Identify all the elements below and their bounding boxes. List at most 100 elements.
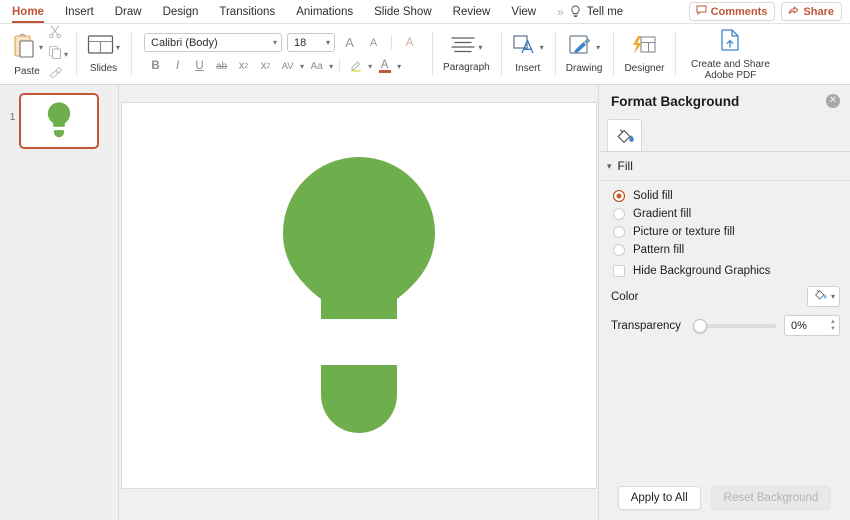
adobe-pdf-icon-row (717, 28, 743, 57)
paragraph-icon-row: ▾ (450, 35, 482, 60)
menu-tab-draw[interactable]: Draw (115, 0, 142, 24)
fill-section-header[interactable]: ▾ Fill (599, 152, 850, 181)
menu-overflow-icon[interactable]: » (557, 5, 564, 19)
fill-color-bucket-icon (813, 287, 828, 307)
option-solid-fill-label: Solid fill (633, 190, 673, 202)
apply-to-all-button[interactable]: Apply to All (617, 486, 701, 510)
transparency-spinner[interactable]: 0% ▲ ▼ (784, 315, 840, 336)
slide-thumbnail-pane[interactable]: 1 (0, 85, 119, 520)
drawing-chevron-down-icon[interactable]: ▾ (596, 43, 600, 52)
fill-options-group: Solid fill Gradient fill Picture or text… (599, 181, 850, 280)
font-color-swatch (378, 69, 391, 73)
spinner-down-icon[interactable]: ▼ (830, 326, 836, 332)
spinner-up-icon[interactable]: ▲ (830, 319, 836, 325)
font-size-chevron-down-icon: ▾ (326, 38, 331, 47)
menu-tab-view-label: View (511, 5, 537, 18)
insert-chevron-down-icon[interactable]: ▾ (540, 43, 544, 52)
option-gradient-fill[interactable]: Gradient fill (599, 205, 850, 223)
insert-button[interactable]: ▾ Insert (508, 24, 548, 84)
reset-background-button[interactable]: Reset Background (710, 486, 832, 510)
close-icon[interactable]: ✕ (826, 94, 840, 108)
clear-formatting-button[interactable]: A (400, 34, 419, 52)
menu-tab-insert[interactable]: Insert (65, 0, 94, 24)
menu-tab-review[interactable]: Review (453, 0, 491, 24)
checkbox-hide-background-graphics[interactable] (613, 265, 625, 277)
change-case-label: Aa (310, 60, 323, 72)
clipboard-icon (11, 32, 37, 64)
font-color-button[interactable]: A (375, 57, 394, 75)
font-name-select[interactable]: Calibri (Body) ▾ (144, 33, 283, 52)
italic-button[interactable]: I (168, 57, 187, 75)
option-picture-or-texture-fill[interactable]: Picture or texture fill (599, 223, 850, 241)
tab-fill[interactable] (607, 119, 642, 151)
menu-tab-transitions[interactable]: Transitions (219, 0, 275, 24)
change-case-chevron-down-icon[interactable]: ▾ (329, 62, 333, 71)
copy-button[interactable]: ▾ (48, 45, 68, 64)
menu-tab-design[interactable]: Design (163, 0, 199, 24)
drawing-icon-row: ▾ (568, 34, 600, 61)
radio-pattern-fill[interactable] (613, 244, 625, 256)
menu-tab-slide-show[interactable]: Slide Show (374, 0, 432, 24)
underline-button[interactable]: U (190, 57, 209, 75)
menu-tab-review-label: Review (452, 5, 491, 18)
font-size-select[interactable]: 18 ▾ (287, 33, 336, 52)
option-solid-fill[interactable]: Solid fill (599, 187, 850, 205)
new-slide-icon (87, 34, 114, 61)
share-button[interactable]: Share (781, 2, 842, 21)
font-row1-divider (391, 35, 393, 50)
transparency-slider[interactable] (692, 318, 776, 333)
radio-solid-fill[interactable] (613, 190, 625, 202)
color-picker-button[interactable]: ▾ (806, 286, 840, 307)
change-case-button[interactable]: Aa (307, 57, 326, 75)
paragraph-button[interactable]: ▾ Paragraph (439, 24, 494, 84)
character-spacing-button[interactable]: AV (278, 57, 297, 75)
lightbulb-shape[interactable] (283, 156, 435, 435)
font-size-value: 18 (294, 36, 307, 49)
radio-gradient-fill[interactable] (613, 208, 625, 220)
copy-chevron-down-icon[interactable]: ▾ (64, 50, 68, 59)
superscript-button[interactable]: x2 (234, 57, 253, 75)
grow-font-button[interactable]: A (340, 34, 359, 52)
character-spacing-chevron-down-icon[interactable]: ▾ (300, 62, 304, 71)
tell-me-button[interactable]: Tell me (570, 0, 623, 24)
slide-thumbnail-1[interactable] (19, 93, 99, 149)
radio-picture-or-texture-fill[interactable] (613, 226, 625, 238)
panel-footer: Apply to All Reset Background (599, 486, 850, 510)
text-highlight-button[interactable] (346, 57, 365, 75)
paragraph-chevron-down-icon[interactable]: ▾ (478, 43, 482, 52)
insert-label: Insert (515, 63, 541, 75)
transparency-slider-handle[interactable] (692, 318, 707, 333)
menu-tab-animations-label: Animations (296, 5, 354, 18)
transparency-row: Transparency 0% ▲ ▼ (599, 313, 850, 342)
paste-chevron-down-icon[interactable]: ▾ (39, 43, 43, 52)
highlight-chevron-down-icon[interactable]: ▾ (368, 62, 372, 71)
color-row: Color ▾ (599, 280, 850, 313)
paste-button[interactable]: ▾ Paste (7, 24, 47, 84)
menu-tab-home[interactable]: Home (12, 0, 44, 24)
option-hide-background-graphics[interactable]: Hide Background Graphics (599, 259, 850, 280)
subscript-button[interactable]: x2 (256, 57, 275, 75)
slide-canvas[interactable] (122, 103, 596, 488)
shrink-font-button[interactable]: A (364, 34, 383, 52)
slides-chevron-down-icon[interactable]: ▾ (116, 43, 120, 52)
format-painter-button[interactable] (48, 66, 68, 84)
slides-button[interactable]: ▾ Slides (83, 24, 124, 84)
menu-tab-home-label: Home (12, 5, 44, 18)
slide-canvas-pane (119, 85, 598, 520)
create-share-adobe-pdf-button[interactable]: Create and Share Adobe PDF (682, 24, 778, 84)
color-label: Color (611, 290, 639, 303)
share-arrow-icon (788, 5, 799, 18)
comments-button[interactable]: Comments (688, 2, 776, 21)
designer-button[interactable]: Designer (620, 24, 668, 84)
font-color-chevron-down-icon[interactable]: ▾ (397, 62, 401, 71)
menu-tab-animations[interactable]: Animations (296, 0, 353, 24)
option-pattern-fill[interactable]: Pattern fill (599, 241, 850, 259)
paste-label: Paste (14, 65, 40, 77)
drawing-button[interactable]: ▾ Drawing (562, 24, 607, 84)
bold-button[interactable]: B (146, 57, 165, 75)
strikethrough-button[interactable]: ab (212, 57, 231, 75)
clipboard-small-buttons: ▾ (47, 24, 69, 84)
menu-tab-view[interactable]: View (511, 0, 536, 24)
cut-button[interactable] (48, 24, 68, 43)
designer-label: Designer (624, 63, 665, 75)
